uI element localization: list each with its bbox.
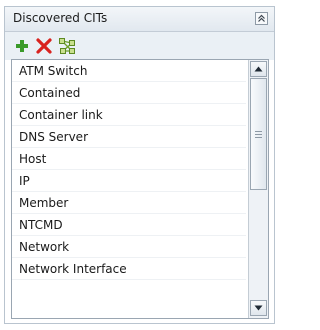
- ci-type-graph-icon: [59, 38, 75, 54]
- collapse-panel-button[interactable]: [255, 12, 268, 25]
- list-item[interactable]: DNS Server: [12, 126, 246, 148]
- list-item[interactable]: IP: [12, 170, 246, 192]
- list-item[interactable]: Network: [12, 236, 246, 258]
- list-item[interactable]: Network Interface: [12, 258, 246, 280]
- scroll-thumb[interactable]: [250, 78, 267, 190]
- panel-title: Discovered CITs: [13, 11, 108, 25]
- panel-header: Discovered CITs: [5, 7, 274, 32]
- add-cit-button[interactable]: [13, 37, 31, 55]
- plus-icon: [16, 40, 28, 52]
- discovered-cits-panel: Discovered CITs ATM Switch Contained Con…: [4, 6, 275, 324]
- list-item[interactable]: Contained: [12, 82, 246, 104]
- cit-list[interactable]: ATM Switch Contained Container link DNS …: [11, 59, 269, 319]
- ci-type-graph-button[interactable]: [58, 37, 76, 55]
- double-chevron-up-icon: [258, 14, 265, 22]
- list-item[interactable]: ATM Switch: [12, 60, 246, 82]
- list-item[interactable]: Member: [12, 192, 246, 214]
- arrow-down-icon: [254, 305, 263, 311]
- toolbar: [5, 32, 274, 60]
- scroll-down-button[interactable]: [250, 300, 267, 316]
- thumb-grip-line: [255, 137, 262, 138]
- list-item[interactable]: Host: [12, 148, 246, 170]
- list-item[interactable]: NTCMD: [12, 214, 246, 236]
- thumb-grip-line: [255, 131, 262, 132]
- arrow-up-icon: [254, 66, 263, 72]
- delete-x-icon: [36, 38, 52, 54]
- thumb-grip-line: [255, 134, 262, 135]
- scroll-up-button[interactable]: [250, 61, 267, 77]
- remove-cit-button[interactable]: [35, 37, 53, 55]
- list-item[interactable]: Container link: [12, 104, 246, 126]
- vertical-scrollbar[interactable]: [248, 60, 268, 318]
